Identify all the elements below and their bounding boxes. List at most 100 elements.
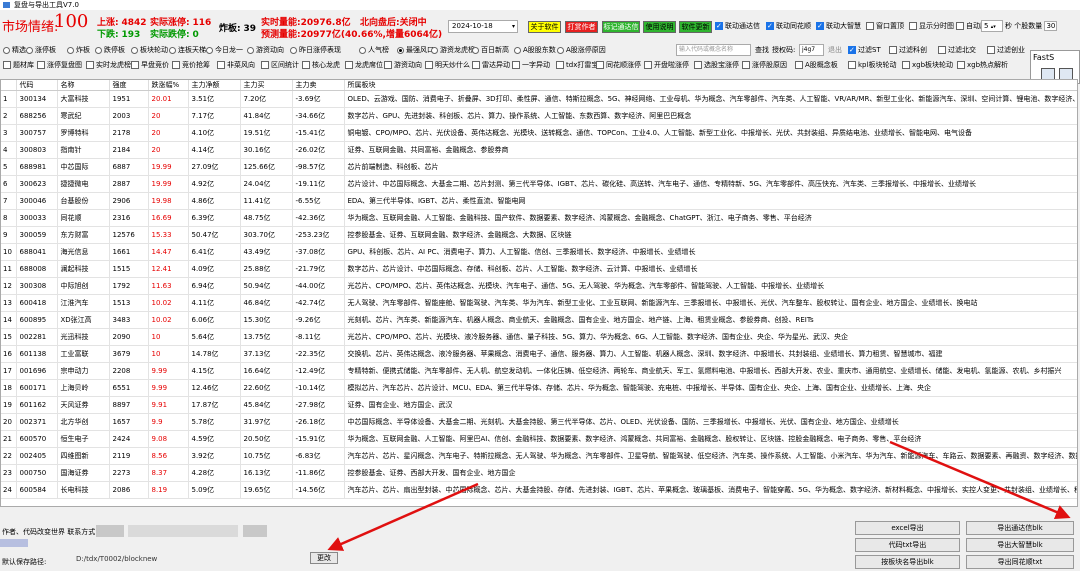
table-row[interactable]: 7 300046 台基股份 2906 19.98 4.86亿 11.41亿 -6.55亿 EDA…: [1, 192, 1077, 210]
table-row[interactable]: 20 002371 北方华创 1657 9.9 5.78亿 31.97亿 -26.18亿 中芯国…: [1, 413, 1077, 431]
tool-checkbox-0[interactable]: 题材库: [3, 59, 34, 71]
filter-cy-checkbox[interactable]: 过滤创业: [987, 45, 1025, 55]
filter-option-2[interactable]: 炸板: [67, 44, 90, 56]
date-picker[interactable]: 2024-10-18 ▾: [448, 20, 518, 33]
about-button[interactable]: 关于软件: [528, 21, 561, 33]
table-row[interactable]: 23 000750 国海证券 2273 8.37 4.28亿 16.13亿 -11.86亿 控参…: [1, 464, 1077, 482]
tool-checkbox-9[interactable]: 游资动向: [384, 59, 422, 71]
filter-star-checkbox[interactable]: 过滤科创: [889, 45, 927, 55]
net-flow-header[interactable]: 主力净额: [188, 80, 241, 91]
tool-checkbox-2[interactable]: 实时龙虎榜: [86, 59, 131, 71]
filter-option-9[interactable]: 人气榜: [359, 44, 389, 56]
table-row[interactable]: 17 001696 宗申动力 2208 9.99 4.15亿 16.64亿 -12.49亿 专精…: [1, 362, 1077, 380]
filter-option-6[interactable]: 今日龙一: [206, 44, 243, 56]
table-row[interactable]: 21 600570 恒生电子 2424 9.08 4.59亿 20.50亿 -15.91亿 华为…: [1, 430, 1077, 448]
calendar-dropdown-icon[interactable]: ▾: [512, 21, 515, 32]
table-row[interactable]: 10 688041 海光信息 1661 14.47 6.41亿 43.49亿 -37.08亿 G…: [1, 243, 1077, 261]
filter-option-0[interactable]: 精选: [3, 44, 26, 56]
link-ths-checkbox[interactable]: 联动同花顺: [766, 21, 811, 31]
excel-export-button[interactable]: excel导出: [855, 521, 960, 535]
filter-option-13[interactable]: A股股东数: [514, 44, 556, 56]
filter-option-3[interactable]: 跌停板: [95, 44, 125, 56]
tool-checkbox-14[interactable]: 同花顺涨停: [596, 59, 641, 71]
tool-checkbox-1[interactable]: 涨停复盘图: [37, 59, 82, 71]
filter-option-10[interactable]: 最强风口: [397, 44, 434, 56]
table-row[interactable]: 5 688981 中芯国际 6887 19.99 27.09亿 125.66亿 -98.57亿…: [1, 158, 1077, 176]
manual-button[interactable]: 使用说明: [643, 21, 676, 33]
tool-checkbox-18[interactable]: A股概念板: [795, 59, 838, 71]
search-input[interactable]: 输入代码或概念名称: [676, 44, 751, 56]
table-row[interactable]: 3 300757 罗博特科 2178 20 4.10亿 19.51亿 -15.41亿 铜电镀、C…: [1, 124, 1077, 142]
table-row[interactable]: 4 300803 指南针 2184 20 4.14亿 30.16亿 -26.02亿 证券、互联网…: [1, 141, 1077, 159]
tool-checkbox-10[interactable]: 明天炒什么: [425, 59, 470, 71]
change-header[interactable]: 跌涨幅%: [148, 80, 189, 91]
filter-option-4[interactable]: 板块轮动: [131, 44, 168, 56]
update-button[interactable]: 软件更新: [679, 21, 712, 33]
code-header[interactable]: 代码: [16, 80, 58, 91]
link-dzh-checkbox[interactable]: 联动大智慧: [816, 21, 861, 31]
table-row[interactable]: 13 600418 江淮汽车 1513 10.02 4.11亿 46.84亿 -42.74亿无…: [1, 294, 1077, 312]
auth-exit[interactable]: 退出: [828, 45, 842, 55]
code-txt-export-button[interactable]: 代码txt导出: [855, 538, 960, 552]
filter-st-checkbox[interactable]: 过滤ST: [848, 45, 881, 55]
tool-checkbox-3[interactable]: 早盘竞价: [131, 59, 169, 71]
export-by-sector-button[interactable]: 按板块名导出blk: [855, 555, 960, 569]
export-tdx-blk-button[interactable]: 导出通达信blk: [966, 521, 1074, 535]
table-row[interactable]: 16 601138 工业富联 3679 10 14.78亿 37.13亿 -22.35亿 交换机…: [1, 345, 1077, 363]
export-dzh-blk-button[interactable]: 导出大智慧blk: [966, 538, 1074, 552]
tool-checkbox-8[interactable]: 龙虎席位: [345, 59, 383, 71]
tool-checkbox-20[interactable]: xgb板块轮动: [902, 59, 953, 71]
filter-option-12[interactable]: 百日新高: [472, 44, 509, 56]
table-row[interactable]: 11 688008 澜起科技 1515 12.41 4.09亿 25.88亿 -21.79亿数…: [1, 260, 1077, 278]
auth-code-input[interactable]: j4g7: [799, 44, 824, 56]
tool-checkbox-15[interactable]: 开盘啦涨停: [644, 59, 689, 71]
table-row[interactable]: 1 300134 大富科技 1951 20.01 3.51亿 7.20亿 -3.69亿 OLED…: [1, 90, 1077, 108]
donate-button[interactable]: 打赏作者: [565, 21, 598, 33]
table-row[interactable]: 15 002281 光迅科技 2090 10 5.64亿 13.75亿 -8.11亿 光芯片、C…: [1, 328, 1077, 346]
table-row[interactable]: 22 002405 四维图新 2119 8.56 3.92亿 10.75亿 -6.83亿 汽车芯…: [1, 447, 1077, 465]
buy-header[interactable]: 主力买: [240, 80, 293, 91]
net-flow: 6.39亿: [188, 209, 241, 227]
tool-checkbox-7[interactable]: 核心龙虎: [302, 59, 340, 71]
refresh-interval-spinner[interactable]: 5 ▴▾: [981, 20, 1003, 32]
row-index-header[interactable]: [1, 80, 17, 91]
table-row[interactable]: 2 688256 寒武纪 2003 20 7.17亿 41.84亿 -34.66亿 数字芯片、G…: [1, 107, 1077, 125]
tool-checkbox-11[interactable]: 雷达异动: [472, 59, 510, 71]
table-row[interactable]: 14 600895 XD张江高 3483 10.02 6.06亿 15.30亿 -9.26亿光…: [1, 311, 1077, 329]
tool-checkbox-6[interactable]: 区间统计: [261, 59, 299, 71]
show-timechart-checkbox[interactable]: 显示分时图: [909, 21, 954, 31]
table-row[interactable]: 6 300623 捷捷微电 2887 19.99 4.92亿 24.04亿 -19.11亿 芯片…: [1, 175, 1077, 193]
filter-bj-checkbox[interactable]: 过滤北交: [938, 45, 976, 55]
export-ths-txt-button[interactable]: 导出同花顺txt: [966, 555, 1074, 569]
change-path-button[interactable]: 更改: [310, 552, 338, 564]
strength-header[interactable]: 强度: [109, 80, 149, 91]
filter-option-7[interactable]: 游资动向: [247, 44, 284, 56]
window-top-checkbox[interactable]: 窗口置顶: [866, 21, 904, 31]
filter-option-11[interactable]: 游资龙虎榜: [431, 44, 475, 56]
sell-header[interactable]: 主力卖: [292, 80, 345, 91]
table-row[interactable]: 18 600171 上海贝岭 6551 9.99 12.46亿 22.60亿 -10.14亿模…: [1, 379, 1077, 397]
mark-tdx-button[interactable]: 标记通达信: [602, 21, 640, 33]
table-row[interactable]: 9 300059 东方财富 12576 15.33 50.47亿 303.70亿 -253.2…: [1, 226, 1077, 244]
tool-checkbox-19[interactable]: kpl板块轮动: [848, 59, 896, 71]
filter-option-1[interactable]: 涨停板: [26, 44, 56, 56]
sector-header[interactable]: 所属板块: [344, 80, 1077, 91]
tool-checkbox-17[interactable]: 涨停股原因: [742, 59, 787, 71]
table-row[interactable]: 19 601162 天风证券 8897 9.91 17.87亿 45.84亿 -27.98亿证…: [1, 396, 1077, 414]
filter-option-8[interactable]: 昨日涨停表现: [290, 44, 341, 56]
name-header[interactable]: 名称: [57, 80, 110, 91]
filter-option-14[interactable]: A股涨停原因: [557, 44, 606, 56]
tool-checkbox-12[interactable]: 一字异动: [512, 59, 550, 71]
filter-option-5[interactable]: 连板天梯: [169, 44, 206, 56]
tool-checkbox-5[interactable]: 非菜风向: [217, 59, 255, 71]
tool-checkbox-13[interactable]: tdx打雷宝: [556, 59, 598, 71]
tool-checkbox-4[interactable]: 竞价抢筹: [172, 59, 210, 71]
table-row[interactable]: 24 600584 长电科技 2086 8.19 5.09亿 19.65亿 -14.56亿 汽车…: [1, 481, 1077, 499]
stock-table[interactable]: 代码 名称 强度 跌涨幅% 主力净额 主力买 主力卖 所属板块 1 300134 大富科技 1951…: [0, 79, 1078, 507]
table-row[interactable]: 12 300308 中际旭创 1792 11.63 6.94亿 50.94亿 -44.00亿光…: [1, 277, 1077, 295]
link-tdx-checkbox[interactable]: 联动通达信: [715, 21, 760, 31]
table-row[interactable]: 8 300033 同花顺 2316 16.69 6.39亿 48.75亿 -42.36亿 华为概…: [1, 209, 1077, 227]
tool-checkbox-16[interactable]: 选股宝涨停: [694, 59, 739, 71]
tool-checkbox-21[interactable]: xgb热点解析: [957, 59, 1008, 71]
search-label[interactable]: 查找: [755, 45, 769, 55]
